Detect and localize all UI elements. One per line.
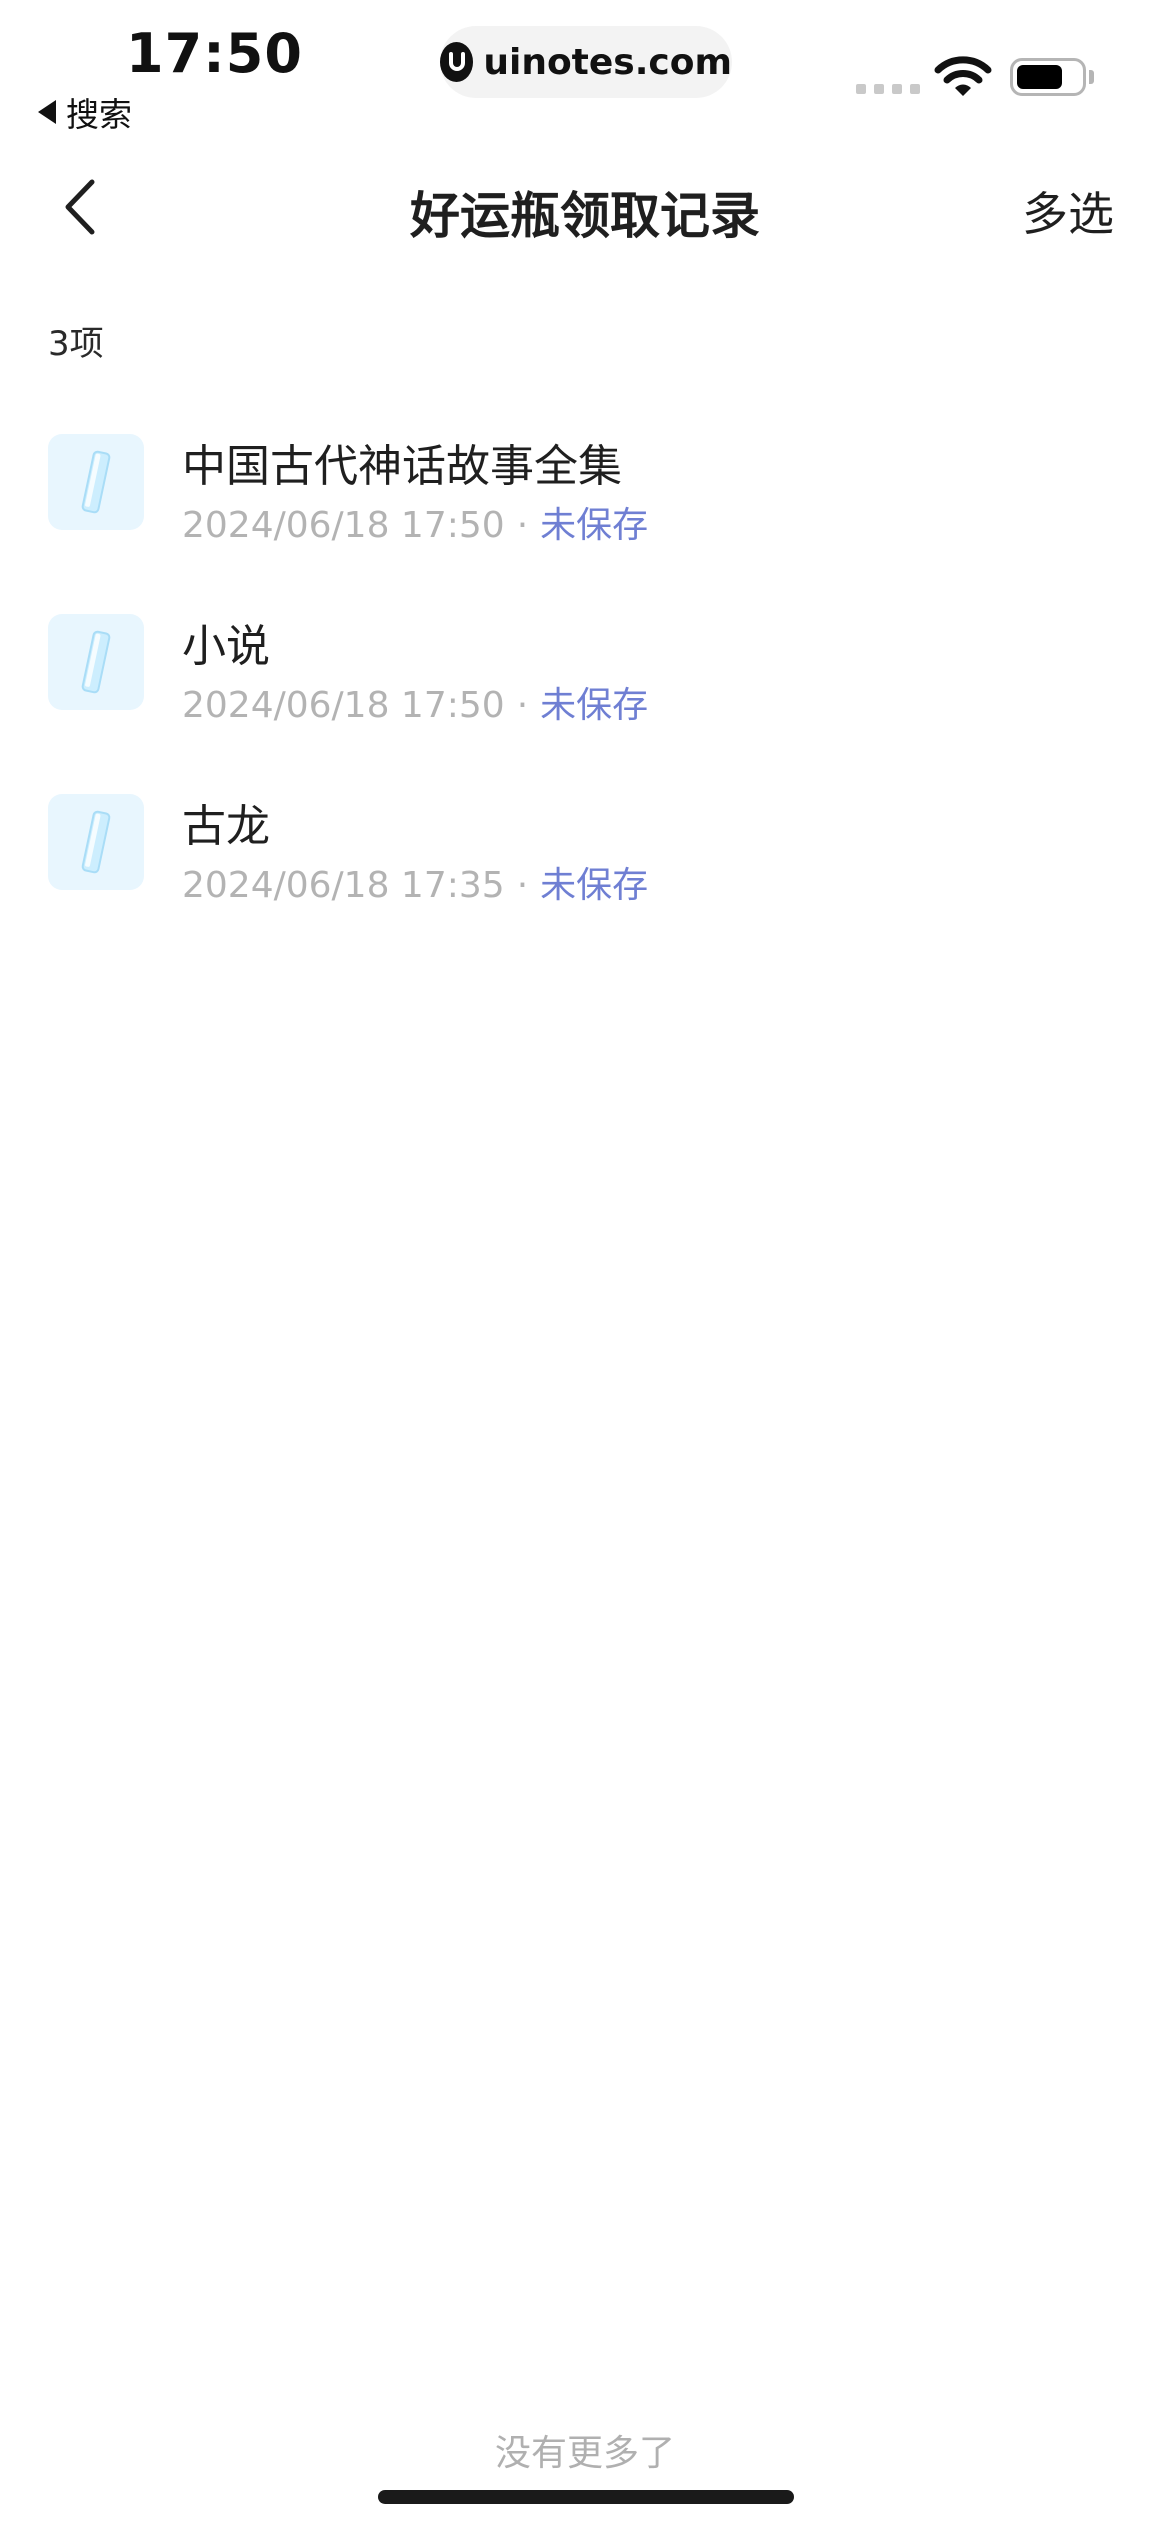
item-status: 未保存 <box>540 685 649 726</box>
bottle-thumbnail-icon <box>48 434 144 530</box>
item-meta: 2024/06/18 17:35 · 未保存 <box>182 856 648 908</box>
item-status: 未保存 <box>540 865 649 906</box>
back-triangle-icon <box>38 100 56 124</box>
item-timestamp: 2024/06/18 17:35 <box>182 865 505 906</box>
item-title: 古龙 <box>182 801 270 852</box>
item-title: 小说 <box>182 621 270 672</box>
record-list: 中国古代神话故事全集 2024/06/18 17:50 · 未保存 小说 2024/… <box>0 430 1170 970</box>
home-indicator[interactable] <box>378 2490 794 2504</box>
bottle-thumbnail-icon <box>48 794 144 890</box>
wifi-icon <box>934 54 992 102</box>
page-title: 好运瓶领取记录 <box>410 187 760 245</box>
url-pill[interactable]: uinotes.com <box>440 26 732 98</box>
meta-separator: · <box>516 865 529 906</box>
battery-cap <box>1089 70 1094 84</box>
list-item[interactable]: 小说 2024/06/18 17:50 · 未保存 <box>0 610 1170 790</box>
item-meta: 2024/06/18 17:50 · 未保存 <box>182 676 648 728</box>
item-title: 中国古代神话故事全集 <box>182 441 622 492</box>
list-item[interactable]: 中国古代神话故事全集 2024/06/18 17:50 · 未保存 <box>0 430 1170 610</box>
battery-icon <box>1010 58 1086 96</box>
item-status: 未保存 <box>540 505 649 546</box>
battery-level-fill <box>1017 65 1062 89</box>
site-logo-icon <box>440 42 474 82</box>
meta-separator: · <box>516 685 529 726</box>
no-more-label: 没有更多了 <box>494 2433 675 2474</box>
back-to-app-button[interactable]: 搜索 <box>38 88 132 136</box>
status-time: 17:50 <box>126 22 303 85</box>
multi-select-button[interactable]: 多选 <box>1022 178 1114 244</box>
meta-separator: · <box>516 505 529 546</box>
item-timestamp: 2024/06/18 17:50 <box>182 685 505 726</box>
bottle-thumbnail-icon <box>48 614 144 710</box>
back-to-app-label: 搜索 <box>66 95 132 134</box>
url-text: uinotes.com <box>483 41 732 83</box>
cellular-signal-icon <box>856 84 920 94</box>
item-count: 3项 <box>48 324 104 364</box>
item-meta: 2024/06/18 17:50 · 未保存 <box>182 496 648 548</box>
list-item[interactable]: 古龙 2024/06/18 17:35 · 未保存 <box>0 790 1170 970</box>
item-timestamp: 2024/06/18 17:50 <box>182 505 505 546</box>
